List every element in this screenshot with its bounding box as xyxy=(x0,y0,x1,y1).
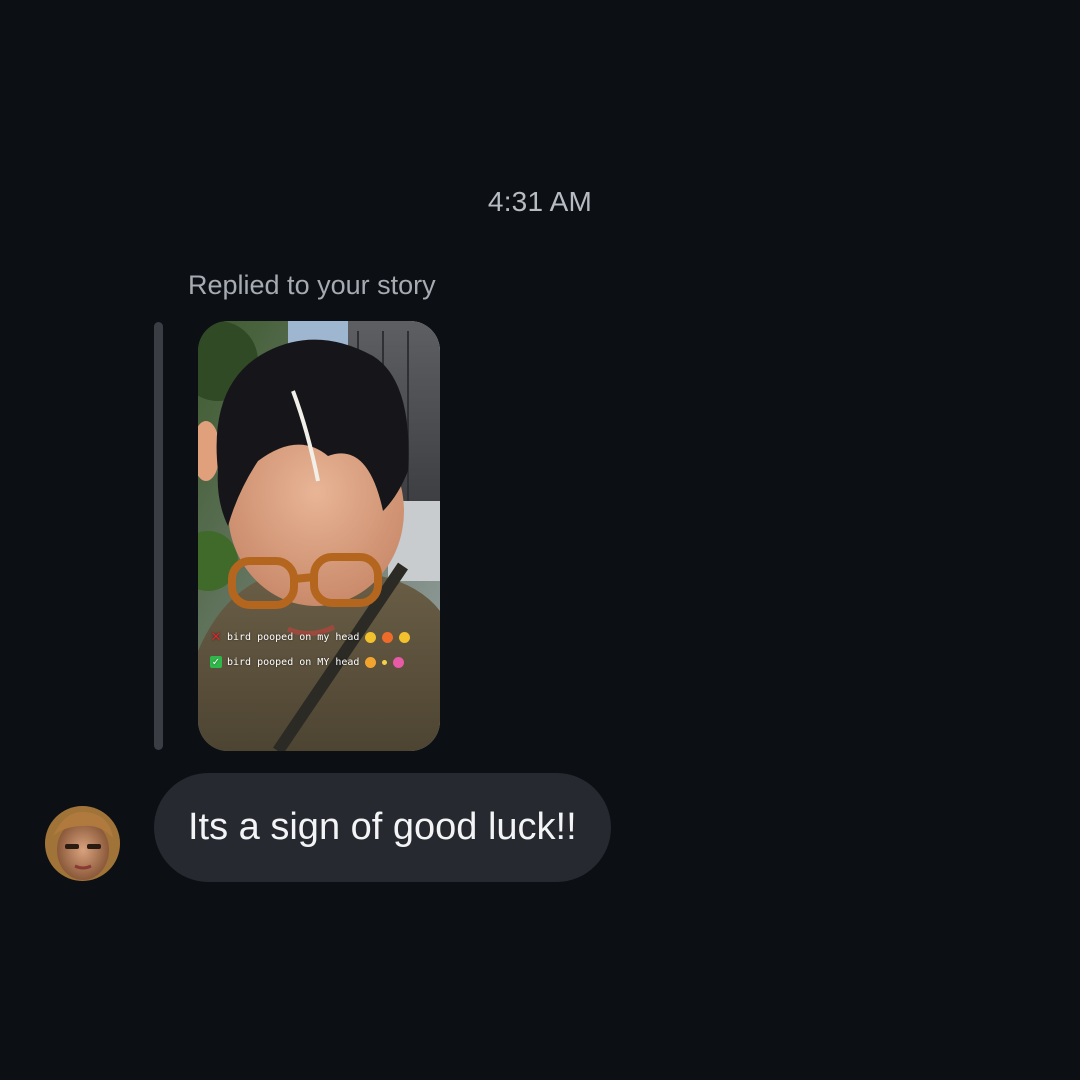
timestamp-text: 4:31 AM xyxy=(487,186,593,217)
cross-mark-icon: ✕ xyxy=(210,629,222,645)
story-reply-caption: Replied to your story xyxy=(188,270,436,300)
avatar-photo xyxy=(45,806,120,881)
story-overlay-text-2: bird pooped on MY head xyxy=(227,656,360,668)
story-photo xyxy=(198,321,440,751)
check-mark-icon: ✓ xyxy=(210,656,222,668)
emoji-icon xyxy=(365,631,377,643)
message-bubble[interactable]: Its a sign of good luck!! xyxy=(154,773,611,882)
heart-icon xyxy=(393,656,405,668)
message-text: Its a sign of good luck!! xyxy=(188,806,577,848)
sparkle-icon xyxy=(382,659,388,665)
story-overlay-text-1: bird pooped on my head xyxy=(227,631,360,643)
story-thumbnail[interactable]: ✕ bird pooped on my head ✓ bird pooped o… xyxy=(198,321,440,751)
dm-thread: 4:31 AM Replied to your story ✕ bird poo… xyxy=(0,0,1080,1080)
story-overlay-line-1: ✕ bird pooped on my head xyxy=(210,629,411,645)
emoji-icon xyxy=(382,631,394,643)
message-timestamp: 4:31 AM xyxy=(0,186,1080,218)
emoji-icon xyxy=(399,631,411,643)
reply-quote-bar xyxy=(154,322,163,750)
emoji-icon xyxy=(365,656,377,668)
story-overlay-line-2: ✓ bird pooped on MY head xyxy=(210,656,405,668)
sender-avatar[interactable] xyxy=(45,806,120,881)
